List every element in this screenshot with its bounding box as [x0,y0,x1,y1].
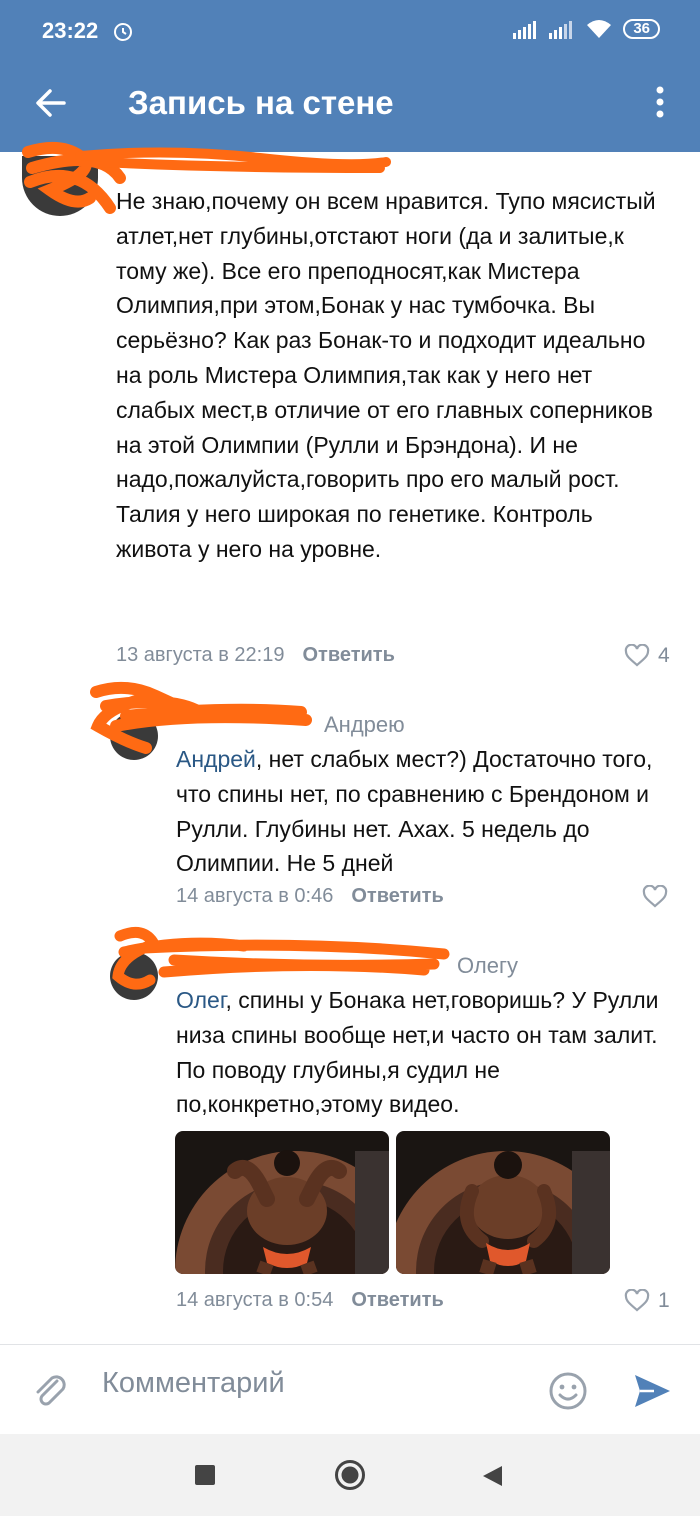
reply-to: Олегу [457,953,518,978]
smile-icon[interactable] [548,1371,588,1411]
photo-bodybuilder-back [175,1131,389,1274]
more-vertical-icon[interactable] [656,86,664,118]
like-count: 4 [658,644,670,667]
reply-button[interactable]: Ответить [302,644,394,666]
comment-text: Андрей, нет слабых мест?) Достаточно тог… [176,742,672,881]
comment-text: Не знаю,почему он всем нравится. Тупо мя… [116,188,656,562]
comment-meta: 13 августа в 22:19 Ответить [116,644,395,667]
signal-icon-2 [549,21,573,39]
comment-meta: 14 августа в 0:54 Ответить [176,1289,444,1312]
signal-icon [513,21,537,39]
heart-icon [624,644,650,667]
send-icon[interactable] [632,1371,672,1411]
page-title: Запись на стене [128,84,394,121]
mention-link[interactable]: Олег [176,987,225,1013]
back-icon[interactable] [480,1464,504,1488]
comment-body: , спины у Бонака нет,говоришь? У Рулли н… [176,987,659,1118]
heart-icon [642,885,668,908]
wifi-icon [587,20,612,38]
paperclip-icon[interactable] [30,1371,70,1411]
reply-to: Андрею [324,712,405,737]
heart-icon [624,1289,650,1312]
recents-icon[interactable] [194,1464,216,1486]
comment-composer: Комментарий [0,1344,700,1435]
reply-button[interactable]: Ответить [351,1289,443,1311]
like-button[interactable] [642,885,676,909]
like-button[interactable]: 1 [624,1289,670,1313]
battery-level: 36 [623,19,660,39]
attached-photo-2[interactable] [396,1131,610,1274]
comment-input[interactable]: Комментарий [102,1367,285,1400]
system-navigation-bar [0,1434,700,1516]
photo-bodybuilder-back [396,1131,610,1274]
status-time: 23:22 [42,18,99,43]
comment-text: Олег, спины у Бонака нет,говоришь? У Рул… [176,983,668,1122]
comment-date: 13 августа в 22:19 [116,644,285,666]
comment-date: 14 августа в 0:54 [176,1289,334,1311]
comment-meta: 14 августа в 0:46 Ответить [176,885,444,908]
like-button[interactable]: 4 [624,644,670,668]
alarm-icon [114,23,132,41]
attached-photo-1[interactable] [175,1131,389,1274]
reply-button[interactable]: Ответить [351,885,443,907]
arrow-left-icon[interactable] [34,86,68,120]
status-indicators: 36 [513,18,660,40]
like-count: 1 [658,1289,670,1312]
app-header: 23:22 36 Запись на стене [0,0,700,152]
mention-link[interactable]: Андрей [176,746,256,772]
home-icon[interactable] [334,1459,366,1491]
comment-date: 14 августа в 0:46 [176,885,334,907]
